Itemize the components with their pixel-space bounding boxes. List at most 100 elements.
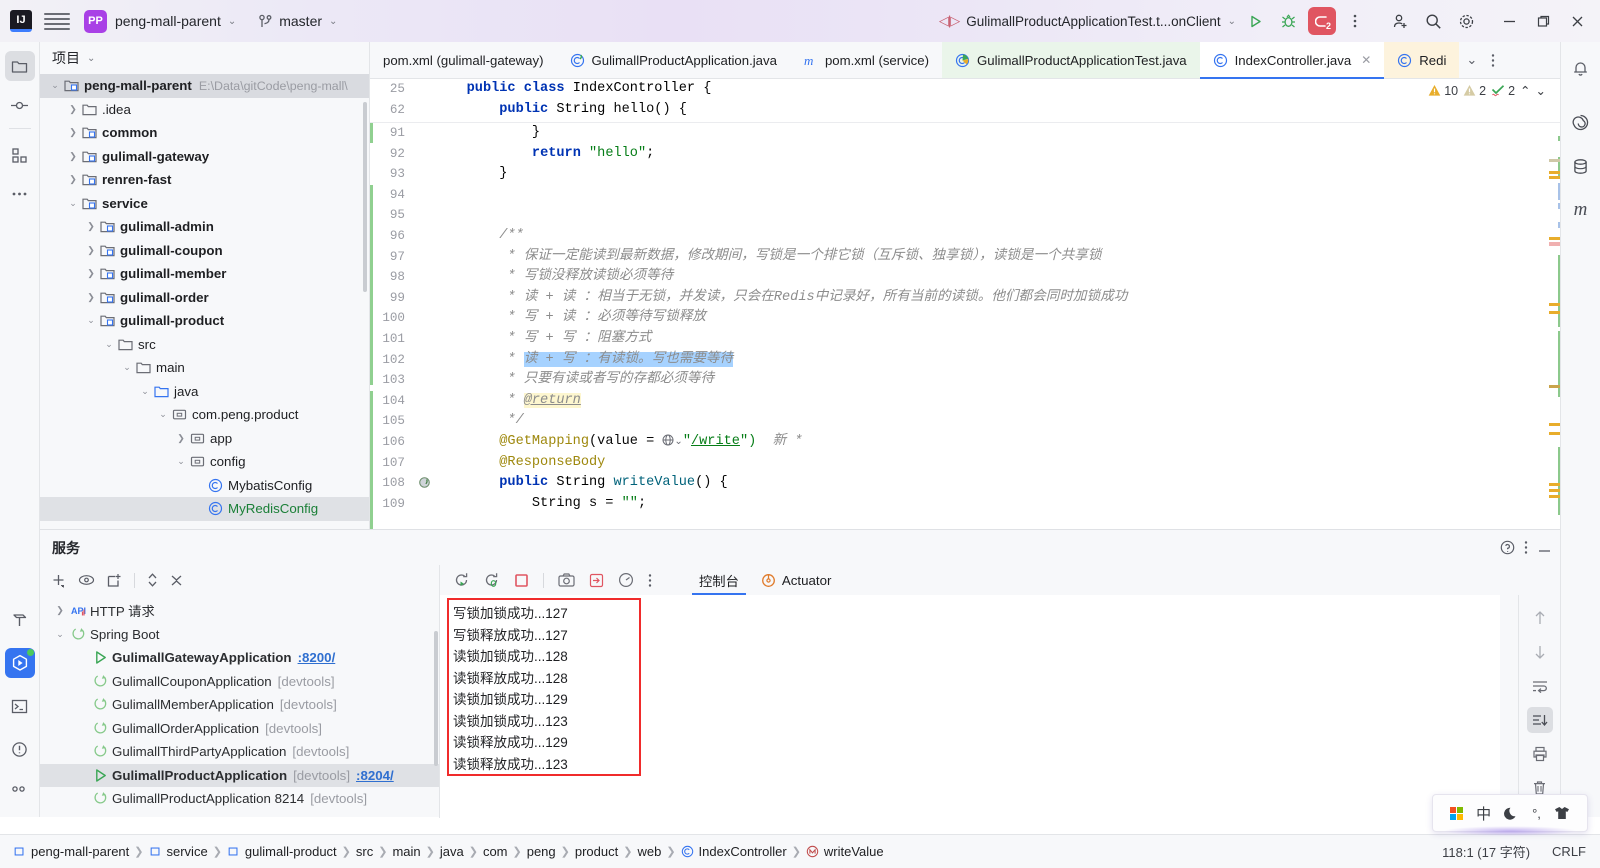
editor-tab[interactable]: GulimallProductApplicationTest.java (942, 42, 1200, 78)
chevron-down-icon[interactable]: ⌄ (120, 362, 134, 373)
close-tab-icon[interactable]: ✕ (1361, 53, 1371, 67)
ime-chinese-icon[interactable]: 中 (1476, 803, 1491, 824)
project-panel-header[interactable]: 项目 ⌄ (40, 42, 369, 74)
stop-icon[interactable] (514, 573, 529, 588)
breadcrumb-item[interactable]: src (351, 844, 378, 859)
chevron-down-icon[interactable]: ⌄ (84, 315, 98, 326)
breadcrumb-item[interactable]: main (387, 844, 425, 859)
web-reference-icon[interactable]: ⌄ (662, 434, 683, 449)
run-button[interactable] (1241, 7, 1269, 35)
rerun-icon[interactable] (454, 572, 470, 588)
scroll-to-end-icon[interactable] (1526, 707, 1553, 733)
code-line[interactable]: 95 (370, 205, 1560, 226)
project-tree-item[interactable]: ⌄ src (40, 333, 369, 357)
console-tab[interactable]: Actuator (750, 565, 843, 595)
project-tree-item[interactable]: ❯ app (40, 427, 369, 451)
breadcrumb-item[interactable]: peng (522, 844, 561, 859)
database-icon[interactable] (1566, 151, 1596, 181)
moon-icon[interactable] (1504, 806, 1519, 821)
chevron-down-icon[interactable]: ⌄ (138, 386, 152, 397)
tab-more-options-icon[interactable] (1484, 42, 1502, 78)
scroll-down-icon[interactable] (1527, 639, 1553, 665)
search-icon[interactable] (1419, 7, 1447, 35)
gear-icon[interactable] (1452, 7, 1480, 35)
service-tree-item[interactable]: GulimallProductApplication [devtools]:820… (40, 763, 439, 787)
breadcrumb-item[interactable]: com (478, 844, 513, 859)
bean-icon[interactable] (414, 473, 434, 492)
code-line[interactable]: 109 String s = ""; (370, 494, 1560, 515)
watch-icon[interactable] (78, 574, 95, 587)
chevron-down-icon[interactable]: ⌄ (102, 339, 116, 350)
service-tree-item[interactable]: GulimallProductApplication 8214 [devtools… (40, 787, 439, 811)
breadcrumb-item[interactable]: service (144, 844, 213, 859)
profiler-icon[interactable] (618, 572, 634, 588)
more-vertical-icon[interactable] (1524, 540, 1528, 555)
breadcrumb-item[interactable]: gulimall-product (222, 844, 342, 859)
commit-tool-icon[interactable] (5, 90, 35, 120)
add-icon[interactable] (51, 573, 66, 588)
next-problem-icon[interactable]: ⌄ (1536, 83, 1546, 98)
main-menu-icon[interactable] (44, 8, 70, 34)
chevron-right-icon[interactable]: ❯ (84, 245, 98, 256)
project-tree-item[interactable]: ❯ common (40, 121, 369, 145)
notifications-icon[interactable] (1566, 53, 1596, 83)
breadcrumb-item[interactable]: writeValue (801, 844, 889, 859)
code-line[interactable]: 99 * 读 + 读 ：相当于无锁，并发读，只会在Redis中记录好，所有当前的… (370, 288, 1560, 309)
chevron-down-icon[interactable]: ⌄ (156, 409, 170, 420)
code-line[interactable]: 93 } (370, 164, 1560, 185)
breadcrumb-item[interactable]: java (435, 844, 469, 859)
chevron-right-icon[interactable]: ❯ (174, 433, 188, 444)
service-tree-item[interactable]: GulimallCouponApplication [devtools] (40, 670, 439, 694)
code-line[interactable]: 94 (370, 185, 1560, 206)
project-scrollbar-thumb[interactable] (363, 102, 367, 292)
project-tree-item[interactable]: MybatisConfig (40, 474, 369, 498)
project-tree-item[interactable]: ❯ .idea (40, 98, 369, 122)
rerun-debug-icon[interactable] (484, 572, 500, 588)
code-line[interactable]: 98 * 写锁没释放读锁必须等待 (370, 267, 1560, 288)
chevron-right-icon[interactable]: ❯ (66, 104, 80, 115)
minimize-panel-icon[interactable] (1537, 540, 1552, 555)
service-tree-item[interactable]: ❯ API HTTP 请求 (40, 599, 439, 623)
breadcrumb-item[interactable]: IndexController (676, 844, 792, 859)
chevron-right-icon[interactable]: ❯ (84, 292, 98, 303)
shirt-icon[interactable] (1554, 806, 1570, 820)
service-tree-item[interactable]: GulimallOrderApplication [devtools] (40, 717, 439, 741)
code-line[interactable]: 105 */ (370, 411, 1560, 432)
scroll-up-icon[interactable] (1527, 605, 1553, 631)
print-icon[interactable] (1527, 741, 1553, 767)
camera-icon[interactable] (558, 573, 575, 587)
code-line[interactable]: 107 @ResponseBody (370, 453, 1560, 474)
maximize-icon[interactable] (1526, 6, 1560, 36)
service-tree-item[interactable]: ⌄ Spring Boot (40, 623, 439, 647)
code-line[interactable]: 100 * 写 + 读 ：必须等待写锁释放 (370, 308, 1560, 329)
code-line[interactable]: 97 * 保证一定能读到最新数据，修改期间，写锁是一个排它锁（互斥锁、独享锁），… (370, 247, 1560, 268)
code-line[interactable]: 62 public String hello() { (370, 100, 1560, 121)
debug-button[interactable] (1274, 7, 1302, 35)
help-icon[interactable] (1500, 540, 1515, 555)
service-port-link[interactable]: :8204/ (356, 768, 394, 783)
weather-icon[interactable]: °, (1532, 806, 1541, 821)
code-line[interactable]: 92 return "hello"; (370, 144, 1560, 165)
collapse-all-icon[interactable] (170, 574, 183, 587)
project-tree-item[interactable]: ⌄ main (40, 356, 369, 380)
breadcrumb-item[interactable]: web (632, 844, 666, 859)
project-tool-icon[interactable] (4, 51, 35, 81)
new-tab-icon[interactable] (107, 573, 122, 588)
breadcrumb-item[interactable]: peng-mall-parent (8, 844, 134, 859)
chevron-down-icon[interactable]: ⌄ (48, 80, 62, 91)
branch-selector[interactable]: master ⌄ (279, 13, 337, 29)
console-tab[interactable]: 控制台 (688, 565, 750, 595)
chevron-down-icon[interactable]: ⌄ (52, 629, 68, 640)
services-tool-icon[interactable] (4, 648, 35, 678)
code-line[interactable]: 108 public String writeValue() { (370, 473, 1560, 494)
project-tree-item[interactable]: ⌄ com.peng.product (40, 403, 369, 427)
editor-tab[interactable]: Redi (1384, 42, 1460, 78)
debug-session-badge[interactable]: 2 (1308, 7, 1336, 35)
ai-assistant-icon[interactable] (1566, 107, 1596, 137)
typo-count[interactable]: 2 (1491, 84, 1515, 98)
project-tree-item[interactable]: ❯ gulimall-gateway (40, 145, 369, 169)
code-line[interactable]: 104 * @return (370, 391, 1560, 412)
code-line[interactable]: 96 /** (370, 226, 1560, 247)
console-output[interactable]: 写锁加锁成功...127 写锁释放成功...127 读锁加锁成功...128 读锁释放… (440, 595, 1500, 818)
project-tree-item[interactable]: ❯ gulimall-member (40, 262, 369, 286)
